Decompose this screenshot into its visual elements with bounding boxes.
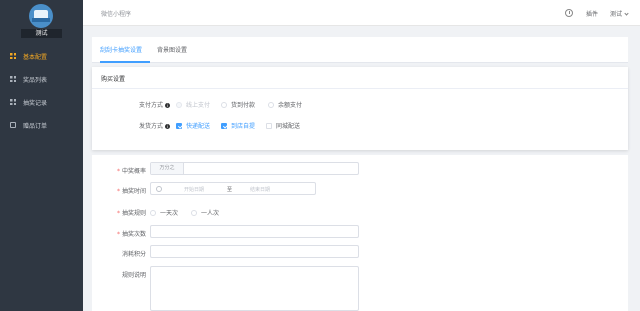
range-separator: 至 — [227, 187, 233, 193]
checkbox-icon — [176, 123, 182, 129]
delivery-option-same-city[interactable]: 同城配送 — [266, 121, 300, 130]
download-icon[interactable] — [565, 9, 573, 17]
help-link[interactable]: 插件 — [586, 9, 598, 18]
tab-bar: 刮刮卡抽奖设置 背景图设置 — [92, 37, 628, 63]
sidebar-item-basic-config[interactable]: 基本配置 — [0, 49, 83, 63]
delivery-method-text: 发货方式 — [139, 123, 164, 130]
tab-divider — [92, 62, 628, 63]
app-label: 微信小程序 — [101, 11, 132, 18]
lottery-form-card: * 中奖概率 万分之 * 抽奖时间 开始日期 至 结束日期 * 抽奖规则 一天次 一人… — [92, 155, 628, 311]
rules-desc-label: 规则说明 — [121, 272, 146, 279]
required-mark: * — [116, 210, 120, 217]
radio-icon — [176, 102, 182, 108]
lottery-time-range-picker[interactable]: 开始日期 至 结束日期 — [150, 182, 316, 195]
user-menu[interactable]: 测试 — [610, 9, 629, 18]
grid-icon — [10, 53, 16, 59]
section-divider — [92, 88, 628, 89]
clock-icon — [156, 186, 162, 192]
info-icon[interactable]: i — [165, 124, 171, 129]
option-label: 线上支付 — [186, 102, 211, 109]
required-mark: * — [116, 168, 120, 175]
checkbox-icon — [221, 123, 227, 129]
delivery-method-label: 发货方式 i — [139, 121, 171, 130]
sidebar-item-label: 抽奖记录 — [23, 99, 48, 107]
rule-option-per-person[interactable]: 一人次 — [191, 208, 219, 217]
section-title: 购买设置 — [101, 76, 126, 83]
user-name: 测试 — [610, 11, 623, 18]
rules-desc-textarea[interactable] — [150, 266, 359, 311]
delivery-option-pickup[interactable]: 到店自提 — [221, 121, 255, 130]
lottery-time-label: * 抽奖时间 — [92, 186, 146, 195]
payment-option-cod[interactable]: 货到付款 — [221, 100, 255, 109]
option-label: 余额支付 — [278, 102, 303, 109]
required-mark: * — [116, 188, 120, 195]
delivery-option-express[interactable]: 快递配送 — [176, 121, 210, 130]
sidebar-item-prize-list[interactable]: 奖品列表 — [0, 72, 83, 86]
required-mark: * — [116, 231, 120, 238]
option-label: 快递配送 — [186, 123, 211, 130]
sidebar-item-label: 奖品列表 — [23, 76, 48, 84]
chevron-down-icon — [624, 11, 629, 16]
grid-icon — [10, 76, 16, 82]
buy-settings-card: 购买设置 支付方式 i 线上支付 货到付款 余额支付 发货方式 i 快递配送 到店自… — [92, 67, 628, 150]
points-cost-input[interactable] — [150, 245, 359, 258]
radio-icon — [191, 210, 197, 216]
payment-method-label: 支付方式 i — [139, 100, 171, 109]
tab-background-settings[interactable]: 背景图设置 — [157, 45, 187, 54]
radio-icon — [268, 102, 274, 108]
active-tab-indicator — [100, 61, 150, 63]
lottery-count-label: * 抽奖次数 — [92, 229, 146, 238]
checkbox-icon — [266, 123, 272, 129]
start-date-placeholder: 开始日期 — [184, 187, 205, 193]
label-text: 抽奖次数 — [121, 231, 146, 238]
win-rate-prefix: 万分之 — [151, 163, 184, 174]
win-rate-label: * 中奖概率 — [92, 166, 146, 175]
lottery-count-input[interactable] — [150, 225, 359, 238]
end-date-placeholder: 结束日期 — [250, 187, 271, 193]
payment-method-text: 支付方式 — [139, 102, 164, 109]
points-cost-label: 消耗积分 — [121, 251, 146, 258]
sidebar-item-lottery-records[interactable]: 抽奖记录 — [0, 95, 83, 109]
sidebar-item-label: 赠品订单 — [23, 122, 48, 130]
top-bar: 微信小程序 插件 测试 — [83, 0, 640, 26]
option-label: 一人次 — [201, 210, 220, 217]
sidebar-item-label: 基本配置 — [23, 53, 48, 61]
radio-icon — [221, 102, 227, 108]
option-label: 到店自提 — [231, 123, 256, 130]
info-icon[interactable]: i — [165, 103, 171, 108]
store-logo — [29, 4, 53, 28]
payment-option-online: 线上支付 — [176, 100, 210, 109]
lottery-rule-label: * 抽奖规则 — [92, 208, 146, 217]
payment-option-balance[interactable]: 余额支付 — [268, 100, 302, 109]
label-text: 中奖概率 — [121, 168, 146, 175]
file-icon — [10, 122, 16, 128]
store-name: 测试 — [21, 29, 62, 38]
win-rate-input[interactable]: 万分之 — [150, 162, 359, 175]
sidebar-item-gift-orders[interactable]: 赠品订单 — [0, 118, 83, 132]
grid-icon — [10, 99, 16, 105]
option-label: 同城配送 — [276, 123, 301, 130]
radio-icon — [150, 210, 156, 216]
tab-scratch-card-settings[interactable]: 刮刮卡抽奖设置 — [100, 45, 142, 54]
sidebar: 测试 基本配置 奖品列表 抽奖记录 赠品订单 — [0, 0, 83, 311]
label-text: 抽奖时间 — [121, 188, 146, 195]
rule-option-per-day[interactable]: 一天次 — [150, 208, 178, 217]
label-text: 抽奖规则 — [121, 210, 146, 217]
option-label: 货到付款 — [231, 102, 256, 109]
option-label: 一天次 — [160, 210, 179, 217]
